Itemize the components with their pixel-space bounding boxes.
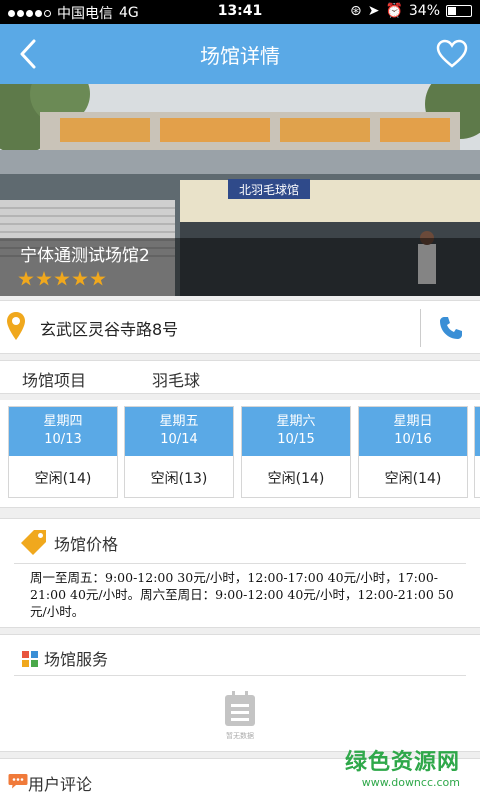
day-availability: 空闲(14) [384,471,442,487]
day-date: 10/14 [160,432,198,447]
divider [420,309,421,347]
battery-icon [446,5,472,17]
day-card-header: 星期日 10/16 [359,407,467,456]
project-label: 场馆项目 [22,371,87,390]
day-date: 10/13 [44,432,82,447]
venue-photo: 北羽毛球馆 宁体通测试场馆2 [0,84,480,296]
venue-name: 宁体通测试场馆2 [20,246,150,266]
star-icon [54,271,70,286]
empty-state-text: 暂无数据 [226,732,254,740]
service-title: 场馆服务 [44,650,109,669]
day-availability: 空闲(13) [150,471,208,487]
price-section: 场馆价格 周一至周五：9:00-12:00 30元/小时，12:00-17:00… [0,518,480,628]
day-card-header [475,407,480,456]
divider [14,675,466,676]
grid-icon [22,651,38,667]
location-pin-icon [7,312,25,340]
empty-list-icon [225,691,255,726]
venue-sign-text: 北羽毛球馆 [239,182,299,197]
day-date: 10/16 [394,432,432,447]
day-card-saturday[interactable]: 星期六 10/15 空闲(14) [241,406,351,498]
alarm-icon: ⏰ [385,3,403,19]
price-title: 场馆价格 [54,535,119,554]
divider [14,563,466,564]
price-details: 周一至周五：9:00-12:00 30元/小时，12:00-17:00 40元/… [30,570,454,619]
day-card-thursday[interactable]: 星期四 10/13 空闲(14) [8,406,118,498]
day-card-next-partial[interactable] [474,406,480,498]
nav-bar: 场馆详情 [0,24,480,84]
day-card-header: 星期四 10/13 [9,407,117,456]
day-selector: 星期四 10/13 空闲(14) 星期五 10/14 空闲(13) 星期六 10… [0,400,480,508]
star-icon [90,271,106,286]
day-card-header: 星期六 10/15 [242,407,350,456]
price-tag-icon [21,530,46,555]
page-title: 场馆详情 [200,44,280,68]
project-value: 羽毛球 [152,371,201,390]
venue-address: 玄武区灵谷寺路8号 [40,320,179,339]
star-icon [72,271,88,286]
review-section: 用户评论 [0,758,480,800]
phone-icon[interactable] [438,315,464,341]
day-availability: 空闲(14) [267,471,325,487]
day-date: 10/15 [277,432,315,447]
location-icon: ➤ [367,3,380,19]
day-weekday: 星期五 [159,414,199,429]
review-title: 用户评论 [28,775,93,794]
comment-icon [8,774,28,789]
project-row: 场馆项目 羽毛球 [0,360,480,394]
star-icon [18,271,34,286]
heart-icon[interactable] [436,39,468,69]
day-card-sunday[interactable]: 星期日 10/16 空闲(14) [358,406,468,498]
day-availability: 空闲(14) [34,471,92,487]
status-right: ⊛ ➤ ⏰ 34% [350,3,472,19]
day-card-friday[interactable]: 星期五 10/14 空闲(13) [124,406,234,498]
battery-percent: 34% [408,3,440,19]
address-row[interactable]: 玄武区灵谷寺路8号 [0,300,480,354]
rating-stars [18,271,106,287]
service-section: 场馆服务 暂无数据 [0,634,480,752]
lock-rotation-icon: ⊛ [349,3,362,19]
day-weekday: 星期日 [393,414,433,429]
day-card-header: 星期五 10/14 [125,407,233,456]
day-weekday: 星期六 [276,414,316,429]
star-icon [36,271,52,286]
status-bar: 中国电信 4G 13:41 ⊛ ➤ ⏰ 34% [0,0,480,24]
day-weekday: 星期四 [43,414,83,429]
